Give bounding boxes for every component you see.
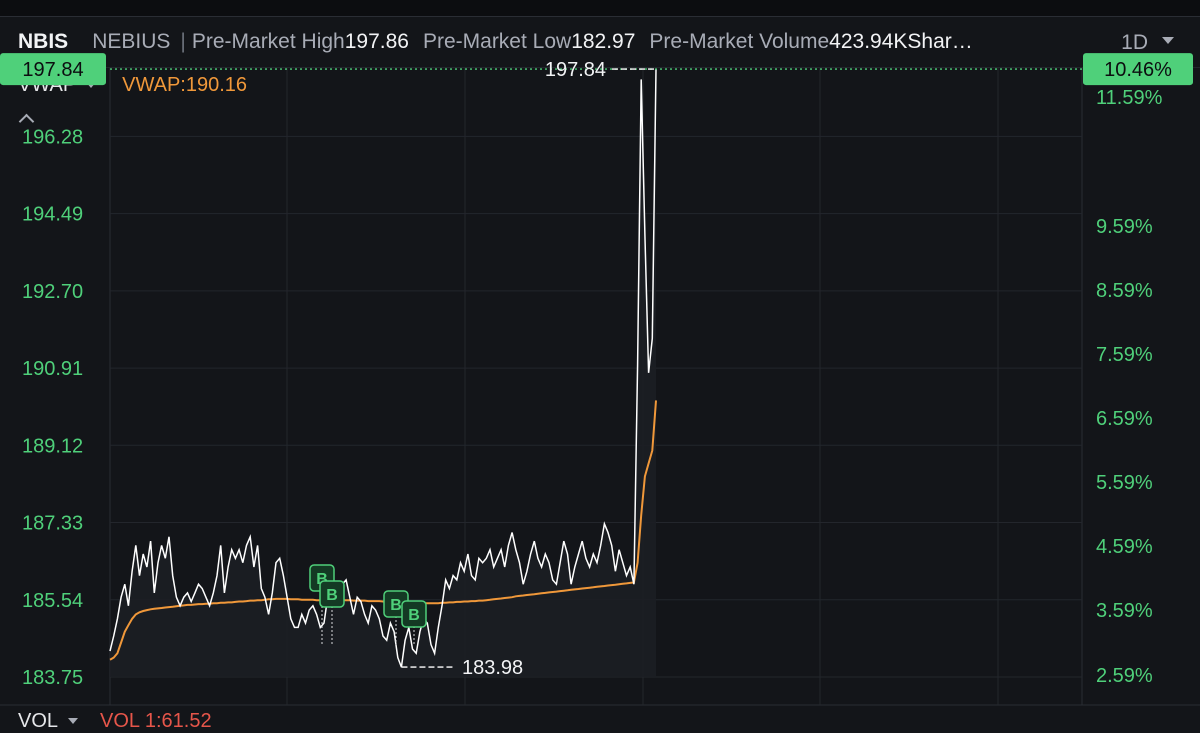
y-tick-right: 11.59% xyxy=(1096,87,1163,109)
y-tick-left: 189.12 xyxy=(22,435,83,457)
y-tick-right: 5.59% xyxy=(1096,472,1153,494)
y-tick-right: 2.59% xyxy=(1096,665,1153,687)
y-tick-left: 192.70 xyxy=(22,281,83,303)
y-tick-left: 183.75 xyxy=(22,667,83,689)
volume-value: VOL 1:61.52 xyxy=(100,709,212,732)
last-pct-badge-label: 10.46% xyxy=(1104,59,1172,81)
y-tick-right: 8.59% xyxy=(1096,280,1153,302)
price-chart[interactable]: 196.28 194.49 192.70 190.91 189.12 187.33 185.… xyxy=(0,0,1200,729)
y-tick-left: 187.33 xyxy=(22,513,83,535)
volume-dropdown-icon[interactable] xyxy=(68,718,79,724)
volume-legend: VOL VOL 1:61.52 xyxy=(0,709,212,733)
y-tick-left: 194.49 xyxy=(22,204,83,226)
y-tick-left: 190.91 xyxy=(22,358,83,380)
y-tick-right: 4.59% xyxy=(1096,536,1153,558)
y-tick-right: 7.59% xyxy=(1096,344,1153,366)
y-tick-right: 9.59% xyxy=(1096,216,1153,238)
trade-marker-label: B xyxy=(390,597,402,614)
y-tick-right: 6.59% xyxy=(1096,408,1153,430)
high-annotation-label: 197.84 xyxy=(545,59,606,81)
y-tick-left: 185.54 xyxy=(22,590,83,612)
price-area-fill xyxy=(110,69,656,678)
last-price-badge-label: 197.84 xyxy=(22,59,83,81)
volume-indicator-name[interactable]: VOL xyxy=(18,710,58,733)
y-tick-right: 3.59% xyxy=(1096,600,1153,622)
trade-marker-label: B xyxy=(408,607,420,624)
low-annotation-label: 183.98 xyxy=(462,657,523,679)
price-area xyxy=(110,69,656,678)
trade-marker-label: B xyxy=(326,587,338,604)
y-tick-left: 196.28 xyxy=(22,126,83,148)
